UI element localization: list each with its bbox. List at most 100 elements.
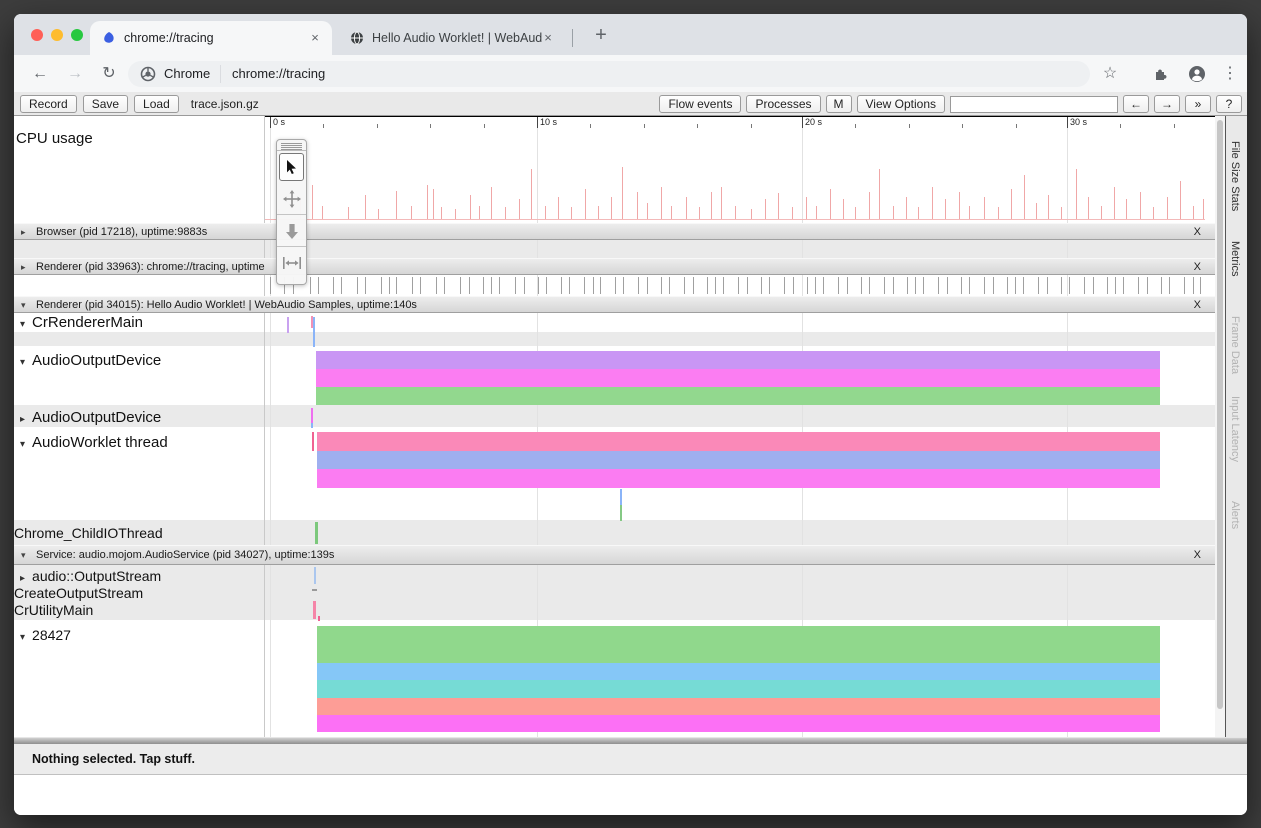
trace-tick — [623, 277, 624, 294]
scrollbar-thumb[interactable] — [1217, 120, 1223, 709]
flow-events-button[interactable]: Flow events — [659, 95, 741, 113]
collapse-arrow-icon[interactable]: ▾ — [20, 439, 25, 450]
timeline-canvas[interactable]: 0 s10 s20 s30 s — [265, 116, 1215, 737]
thread-audioworklet[interactable]: ▾AudioWorklet thread — [20, 434, 168, 451]
collapse-arrow-icon[interactable]: ▾ — [20, 632, 25, 643]
expand-arrow-icon[interactable]: ▸ — [21, 224, 26, 240]
record-button[interactable]: Record — [20, 95, 77, 113]
right-tab-metrics[interactable]: Metrics — [1229, 241, 1241, 276]
zoom-window-button[interactable] — [71, 29, 83, 41]
process-header-renderer-webaudio[interactable]: ▾ Renderer (pid 34015): Hello Audio Work… — [14, 296, 1215, 313]
tab-close-icon[interactable]: × — [540, 30, 556, 46]
right-tab-alerts[interactable]: Alerts — [1229, 501, 1241, 529]
trace-slice-bar[interactable] — [317, 715, 1160, 732]
minimize-window-button[interactable] — [51, 29, 63, 41]
analysis-splitter[interactable] — [14, 737, 1247, 744]
help-button[interactable]: ? — [1216, 95, 1242, 113]
tab-webaudio[interactable]: Hello Audio Worklet! | WebAud × — [338, 21, 565, 55]
process-header-renderer-tracing[interactable]: ▸ Renderer (pid 33963): chrome://tracing… — [14, 258, 1215, 275]
thread-createoutputstream[interactable]: CreateOutputStream — [14, 585, 143, 601]
trace-slice-bar[interactable] — [317, 698, 1160, 715]
process-header-browser[interactable]: ▸ Browser (pid 17218), uptime:9883s X — [14, 223, 1215, 240]
ruler-minor-tick — [751, 124, 752, 128]
trace-slice-bar[interactable] — [317, 451, 1160, 469]
trace-tick — [412, 277, 413, 294]
collapse-arrow-icon[interactable]: ▸ — [20, 414, 25, 425]
collapse-arrow-icon[interactable]: ▸ — [20, 573, 25, 584]
timing-tool-button[interactable] — [277, 247, 306, 279]
tab-close-icon[interactable]: × — [307, 30, 323, 46]
expand-arrow-icon[interactable]: ▾ — [21, 546, 26, 565]
palette-drag-handle[interactable] — [277, 140, 306, 151]
thread-audiooutputdevice-2[interactable]: ▸AudioOutputDevice — [20, 409, 161, 426]
expand-arrow-icon[interactable]: ▸ — [21, 259, 26, 275]
find-previous-button[interactable]: ← — [1123, 95, 1149, 113]
trace-slice-bar[interactable] — [316, 369, 1160, 387]
ruler-minor-tick — [962, 124, 963, 128]
collapse-arrow-icon[interactable]: ▾ — [20, 357, 25, 368]
zoom-tool-button[interactable] — [277, 215, 306, 247]
load-button[interactable]: Load — [134, 95, 179, 113]
trace-slice-bar[interactable] — [316, 387, 1160, 405]
cpu-spike — [1126, 199, 1127, 219]
trace-tick — [460, 277, 461, 294]
trace-slice-bar[interactable] — [317, 469, 1160, 488]
trace-slice-bar[interactable] — [317, 680, 1160, 698]
right-tab-input-latency[interactable]: Input Latency — [1229, 396, 1241, 462]
thread-28427[interactable]: ▾28427 — [20, 627, 71, 643]
trace-slice-bar[interactable] — [317, 663, 1160, 680]
extensions-icon[interactable] — [1149, 63, 1171, 85]
metrics-m-button[interactable]: M — [826, 95, 852, 113]
close-track-button[interactable]: X — [1194, 297, 1201, 313]
trace-tick — [638, 277, 639, 294]
menu-kebab-icon[interactable]: ⋮ — [1219, 63, 1241, 85]
cpu-spike — [427, 185, 428, 219]
right-tab-frame-data[interactable]: Frame Data — [1229, 316, 1241, 374]
find-next-button[interactable]: → — [1154, 95, 1180, 113]
collapse-arrow-icon[interactable]: ▾ — [20, 319, 25, 330]
trace-slice-bar[interactable] — [317, 626, 1160, 663]
thread-audiooutputdevice-1[interactable]: ▾AudioOutputDevice — [20, 352, 161, 369]
cpu-spike — [1193, 206, 1194, 219]
trace-slice-bar[interactable] — [316, 351, 1160, 369]
ruler-minor-tick — [697, 124, 698, 128]
profile-avatar-icon[interactable] — [1186, 63, 1208, 85]
trace-tick — [546, 277, 547, 294]
expand-arrow-icon[interactable]: ▾ — [21, 297, 26, 313]
view-options-button[interactable]: View Options — [857, 95, 945, 113]
bookmark-star-icon[interactable]: ☆ — [1099, 63, 1121, 85]
trace-tick — [738, 277, 739, 294]
new-tab-button[interactable]: + — [586, 21, 616, 51]
tab-tracing[interactable]: chrome://tracing × — [90, 21, 332, 55]
trace-slice-bar[interactable] — [317, 432, 1160, 451]
omnibox[interactable]: Chrome chrome://tracing — [128, 61, 1090, 87]
reload-button[interactable]: ↻ — [98, 63, 120, 85]
globe-favicon — [350, 31, 364, 45]
trace-tick — [483, 277, 484, 294]
thread-crrenderermain[interactable]: ▾CrRendererMain — [20, 314, 143, 331]
back-button[interactable]: ← — [29, 63, 51, 85]
close-track-button[interactable]: X — [1194, 259, 1201, 275]
close-track-button[interactable]: X — [1194, 224, 1201, 240]
trace-tick — [396, 277, 397, 294]
cpu-spike — [1153, 207, 1154, 219]
thread-chrome-childiothread[interactable]: Chrome_ChildIOThread — [14, 525, 163, 541]
close-track-button[interactable]: X — [1194, 546, 1201, 565]
pan-tool-button[interactable] — [277, 183, 306, 215]
save-button[interactable]: Save — [83, 95, 128, 113]
trace-tick — [984, 277, 985, 294]
trace-tick — [584, 277, 585, 294]
forward-button[interactable]: → — [64, 63, 86, 85]
process-header-audioservice[interactable]: ▾ Service: audio.mojom.AudioService (pid… — [14, 545, 1215, 565]
vertical-scrollbar[interactable] — [1215, 116, 1225, 737]
select-tool-button[interactable] — [279, 153, 304, 181]
thread-audio-outputstream[interactable]: ▸audio::OutputStream — [20, 568, 161, 584]
tool-palette[interactable] — [276, 139, 307, 285]
find-more-button[interactable]: » — [1185, 95, 1211, 113]
ruler-label: 20 s — [805, 117, 822, 127]
thread-crutilitymain[interactable]: CrUtilityMain — [14, 602, 93, 618]
processes-button[interactable]: Processes — [746, 95, 820, 113]
find-input[interactable] — [950, 96, 1118, 113]
right-tab-file-size-stats[interactable]: File Size Stats — [1229, 141, 1241, 211]
close-window-button[interactable] — [31, 29, 43, 41]
